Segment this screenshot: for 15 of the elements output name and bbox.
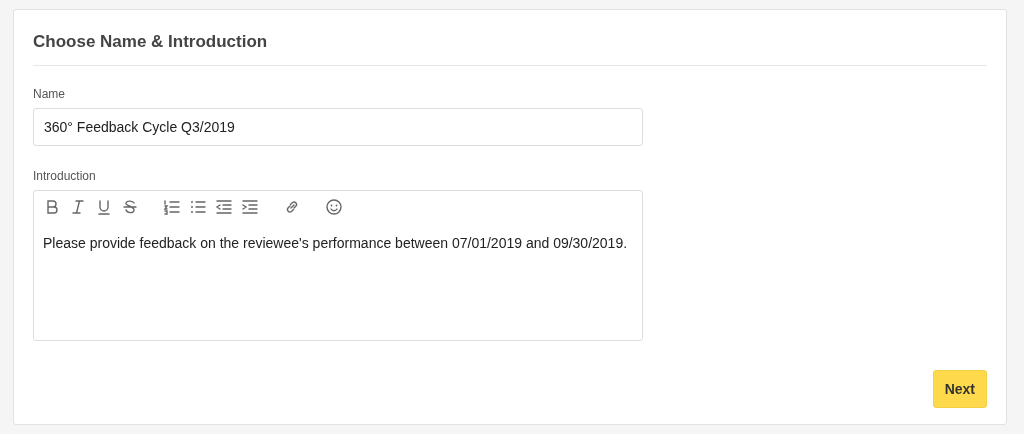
next-button[interactable]: Next: [932, 370, 987, 408]
card-title: Choose Name & Introduction: [33, 31, 269, 53]
numbered-list-icon[interactable]: [163, 198, 181, 216]
smiley-icon[interactable]: [325, 198, 343, 216]
indent-icon[interactable]: [241, 198, 259, 216]
introduction-text: Please provide feedback on the reviewee's performance between 07/01/2019 and 09/30/2019.: [43, 234, 629, 253]
underline-icon[interactable]: [95, 198, 113, 216]
bullet-list-icon[interactable]: [189, 198, 207, 216]
italic-icon[interactable]: [69, 198, 87, 216]
strikethrough-icon[interactable]: [121, 198, 139, 216]
introduction-editor[interactable]: Please provide feedback on the reviewee's performance between 07/01/2019 and 09/30/2019.: [33, 190, 643, 341]
field-label: Introduction: [33, 168, 97, 184]
outdent-icon[interactable]: [215, 198, 233, 216]
name-field[interactable]: 360° Feedback Cycle Q3/2019: [33, 108, 643, 146]
field-label: Name: [33, 86, 66, 102]
